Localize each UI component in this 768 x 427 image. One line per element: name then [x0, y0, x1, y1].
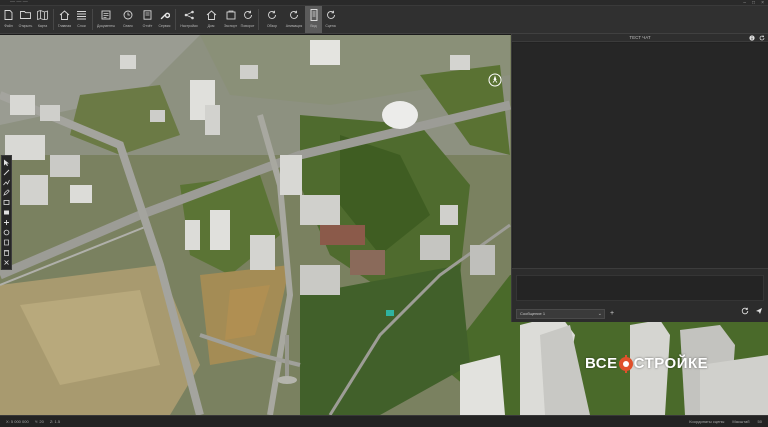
ribbon-button-settings[interactable]: Настройки — [178, 6, 200, 33]
app-window: — — — – □ × Файл Открыть Карта Главная С… — [0, 0, 768, 427]
status-scale-label: Масштаб — [732, 419, 750, 424]
clock-icon — [123, 9, 134, 20]
scene-icon — [325, 9, 336, 20]
refresh-icon[interactable] — [759, 35, 765, 43]
ribbon-button-open[interactable]: Открыть — [17, 6, 34, 33]
map-icon — [37, 9, 48, 20]
ribbon-button-view[interactable]: Вид — [305, 6, 322, 33]
drawing-toolbar — [1, 155, 12, 270]
add-button[interactable]: + — [608, 309, 616, 319]
report-icon — [142, 9, 153, 20]
ribbon-button-animation[interactable]: Анимация — [283, 6, 305, 33]
info-icon[interactable] — [749, 35, 755, 43]
fill-icon[interactable] — [2, 208, 11, 217]
ribbon-button-report[interactable]: Отчёт — [139, 6, 156, 33]
file-icon — [3, 9, 14, 20]
ribbon-button-rotate[interactable]: Поворот — [239, 6, 256, 33]
chat-panel: ТЕСТ ЧАТ Сообщение 1 ⌄ + — [511, 34, 768, 322]
animation-icon — [289, 9, 300, 20]
message-select[interactable]: Сообщение 1 ⌄ — [516, 309, 605, 319]
send-icon — [756, 308, 762, 314]
watermark-logo: ВСЕ СТРОЙКЕ — [585, 354, 709, 373]
delete-icon[interactable] — [2, 248, 11, 257]
ribbon-button-service[interactable]: Сервис — [156, 6, 173, 33]
status-coords-mode[interactable]: Координаты сцены — [689, 419, 724, 424]
home-icon — [59, 9, 70, 20]
toolbar-separator — [53, 9, 54, 30]
status-bar: X: 5 000 000 Y: 20 Z: 1.5 Координаты сце… — [0, 415, 768, 427]
status-y: Y: 20 — [34, 419, 44, 424]
plus-icon[interactable] — [2, 218, 11, 227]
orbit-icon — [267, 9, 278, 20]
ribbon-button-map[interactable]: Карта — [34, 6, 51, 33]
status-scale-value: 50 — [757, 419, 762, 424]
refresh-messages-button[interactable] — [739, 307, 751, 319]
logo-o-icon — [618, 354, 633, 373]
ribbon-button-layers[interactable]: Слои — [73, 6, 90, 33]
chevron-down-icon: ⌄ — [597, 311, 602, 317]
ribbon-toolbar: Файл Открыть Карта Главная Слои Документ… — [0, 6, 768, 34]
panel-header: ТЕСТ ЧАТ — [512, 34, 768, 42]
rotate-icon — [741, 307, 749, 315]
status-z: Z: 1.5 — [49, 419, 61, 424]
ribbon-button-home[interactable]: Главная — [56, 6, 73, 33]
folder-icon — [20, 9, 31, 20]
panel-footer: Сообщение 1 ⌄ + — [512, 268, 768, 322]
message-input[interactable] — [516, 275, 764, 301]
layer-icon[interactable] — [2, 238, 11, 247]
window-title: — — — — [10, 0, 28, 5]
ribbon-button-house[interactable]: Дом — [200, 6, 222, 33]
ribbon-button-session[interactable]: Сеанс — [117, 6, 139, 33]
export-icon — [225, 9, 236, 20]
line-icon[interactable] — [2, 168, 11, 177]
message-select-value: Сообщение 1 — [520, 311, 546, 316]
layers-icon — [76, 9, 87, 20]
pen-icon[interactable] — [2, 188, 11, 197]
compass-icon[interactable] — [488, 73, 502, 87]
status-x: X: 5 000 000 — [6, 419, 29, 424]
ribbon-button-documents[interactable]: Документы — [95, 6, 117, 33]
toolbar-separator — [92, 9, 93, 30]
rectangle-icon[interactable] — [2, 198, 11, 207]
wrench-icon — [159, 9, 170, 20]
panel-title: ТЕСТ ЧАТ — [629, 35, 651, 40]
chat-messages-area[interactable] — [513, 43, 768, 268]
rotate-icon — [242, 9, 253, 20]
ribbon-button-export[interactable]: Экспорт — [222, 6, 239, 33]
circle-icon[interactable] — [2, 228, 11, 237]
network-icon — [184, 9, 195, 20]
ribbon-button-file[interactable]: Файл — [0, 6, 17, 33]
toolbar-separator — [258, 9, 259, 30]
close-icon[interactable] — [2, 258, 11, 267]
house-icon — [206, 9, 217, 20]
document-icon — [101, 9, 112, 20]
send-button[interactable] — [753, 307, 765, 319]
polyline-icon[interactable] — [2, 178, 11, 187]
ribbon-button-orbit[interactable]: Обзор — [261, 6, 283, 33]
cursor-icon[interactable] — [2, 158, 11, 167]
toolbar-separator — [175, 9, 176, 30]
view-icon — [308, 8, 319, 21]
ribbon-button-scene[interactable]: Сцена — [322, 6, 339, 33]
